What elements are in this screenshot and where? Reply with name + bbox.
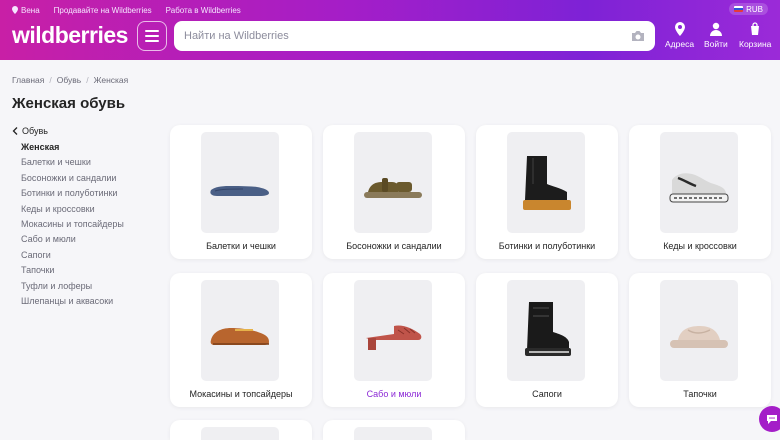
search-input[interactable]: [184, 30, 631, 42]
login-button[interactable]: Войти: [704, 22, 728, 49]
top-bar: Вена Продавайте на Wildberries Работа в …: [12, 4, 241, 16]
category-card-slippers[interactable]: Тапочки: [629, 273, 771, 407]
category-image: [660, 280, 738, 381]
category-card-label: Мокасины и топсайдеры: [189, 389, 293, 399]
sidebar-parent-label: Обувь: [22, 126, 48, 136]
sneaker-icon: [669, 172, 729, 202]
moccasin-icon: [210, 327, 269, 345]
page-title: Женская обувь: [12, 95, 126, 112]
location-label: Вена: [21, 5, 40, 15]
sidebar-item-sneakers[interactable]: Кеды и кроссовки: [21, 203, 162, 218]
category-card-label: Тапочки: [683, 389, 717, 399]
location-pin-icon: [12, 6, 18, 14]
chelsea-boot-icon: [523, 155, 571, 210]
breadcrumb: Главная / Обувь / Женская: [12, 75, 128, 85]
login-label: Войти: [704, 39, 728, 49]
category-card-label: Сабо и мюли: [366, 389, 422, 399]
work-at-wildberries-link[interactable]: Работа в Wildberries: [166, 6, 241, 15]
currency-selector[interactable]: RUB: [729, 3, 768, 15]
sidebar-parent-shoes[interactable]: Обувь: [12, 125, 162, 137]
breadcrumb-women: Женская: [93, 75, 129, 85]
category-card-boots[interactable]: Ботинки и полуботинки: [476, 125, 618, 259]
category-card-sandals[interactable]: Босоножки и сандалии: [323, 125, 465, 259]
category-image: [201, 132, 279, 233]
location-link[interactable]: Вена: [12, 6, 40, 15]
category-image: [507, 132, 585, 233]
category-card-high-boots[interactable]: Сапоги: [476, 273, 618, 407]
sidebar-item-slippers[interactable]: Тапочки: [21, 264, 162, 279]
slipper-icon: [670, 325, 728, 348]
category-card-partial[interactable]: [170, 420, 312, 440]
sidebar-item-sandals[interactable]: Босоножки и сандалии: [21, 172, 162, 187]
russia-flag-icon: [734, 6, 744, 12]
breadcrumb-home[interactable]: Главная: [12, 75, 44, 85]
breadcrumb-shoes[interactable]: Обувь: [57, 75, 82, 85]
cart-button[interactable]: Корзина: [739, 22, 771, 49]
category-image: [354, 427, 432, 440]
sidebar-item-moccasins[interactable]: Мокасины и топсайдеры: [21, 218, 162, 233]
site-header: Вена Продавайте на Wildberries Работа в …: [0, 0, 780, 60]
user-icon: [709, 22, 722, 36]
wildberries-logo[interactable]: wildberries: [12, 22, 128, 48]
cart-label: Корзина: [739, 39, 772, 49]
category-card-partial[interactable]: [323, 420, 465, 440]
ballet-flat-icon: [210, 185, 269, 196]
sidebar-item-high-boots[interactable]: Сапоги: [21, 249, 162, 264]
category-card-clogs-mules[interactable]: Сабо и мюли: [323, 273, 465, 407]
category-card-label: Сапоги: [532, 389, 562, 399]
hamburger-icon: [145, 30, 159, 42]
mule-icon: [366, 324, 422, 350]
category-card-label: Балетки и чешки: [206, 241, 276, 251]
category-image: [354, 132, 432, 233]
sidebar-item-clogs-mules[interactable]: Сабо и мюли: [21, 233, 162, 248]
category-image: [507, 280, 585, 381]
category-image: [201, 427, 279, 440]
currency-label: RUB: [746, 4, 763, 14]
category-card-moccasins[interactable]: Мокасины и топсайдеры: [170, 273, 312, 407]
sidebar-item-ballet-flats[interactable]: Балетки и чешки: [21, 156, 162, 171]
breadcrumb-separator: /: [49, 75, 52, 85]
category-card-ballet-flats[interactable]: Балетки и чешки: [170, 125, 312, 259]
camera-icon[interactable]: [631, 30, 645, 42]
category-image: [660, 132, 738, 233]
category-image: [354, 280, 432, 381]
category-card-label: Кеды и кроссовки: [663, 241, 737, 251]
category-card-label: Ботинки и полуботинки: [498, 241, 596, 251]
search-bar: [174, 21, 655, 51]
category-image: [201, 280, 279, 381]
category-card-sneakers[interactable]: Кеды и кроссовки: [629, 125, 771, 259]
cart-icon: [751, 22, 760, 35]
menu-button[interactable]: [137, 21, 167, 51]
chat-bubble-icon: [767, 415, 777, 424]
sandal-icon: [364, 177, 422, 198]
breadcrumb-separator: /: [86, 75, 89, 85]
sidebar-item-boots[interactable]: Ботинки и полуботинки: [21, 187, 162, 202]
category-card-label: Босоножки и сандалии: [346, 241, 442, 251]
sidebar-item-flip-flops[interactable]: Шлепанцы и аквасоки: [21, 295, 162, 310]
sidebar-item-women[interactable]: Женская: [21, 141, 162, 156]
addresses-label: Адреса: [665, 39, 695, 49]
chevron-left-icon: [12, 127, 18, 135]
addresses-button[interactable]: Адреса: [665, 22, 694, 49]
chat-button[interactable]: [759, 406, 780, 432]
category-sidebar: Обувь Женская Балетки и чешки Босоножки …: [12, 125, 162, 310]
location-pin-icon: [674, 22, 685, 36]
sidebar-item-shoes-loafers[interactable]: Туфли и лоферы: [21, 280, 162, 295]
sell-on-wildberries-link[interactable]: Продавайте на Wildberries: [54, 6, 152, 15]
snow-boot-icon: [525, 301, 571, 356]
